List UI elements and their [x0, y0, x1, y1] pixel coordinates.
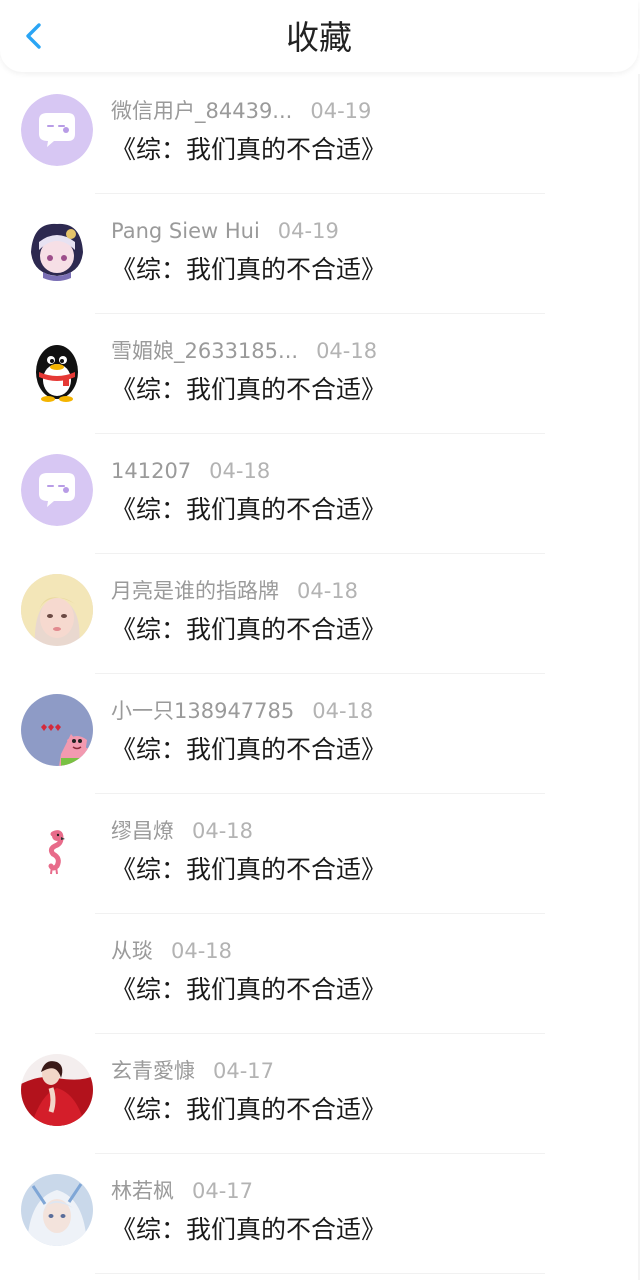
top-bar: 收藏 [0, 0, 638, 72]
username[interactable]: 月亮是谁的指路牌 [111, 579, 279, 603]
username[interactable]: 从琰 [111, 939, 153, 963]
page-title: 收藏 [286, 18, 352, 57]
list-item[interactable]: 雪媚娘_2633185... 04-18 《综：我们真的不合适》 [0, 314, 640, 434]
date: 04-18 [171, 939, 233, 963]
list-item[interactable]: 月亮是谁的指路牌 04-18 《综：我们真的不合适》 [0, 554, 640, 674]
list-item[interactable]: Pang Siew Hui 04-19 《综：我们真的不合适》 [0, 194, 640, 314]
book-title[interactable]: 《综：我们真的不合适》 [111, 252, 386, 288]
qq-penguin-avatar[interactable] [21, 334, 93, 406]
white-hair-avatar[interactable] [21, 1174, 93, 1246]
date: 04-18 [316, 339, 378, 363]
book-title[interactable]: 《综：我们真的不合适》 [111, 1212, 386, 1248]
wechat-default-avatar[interactable] [21, 454, 93, 526]
username[interactable]: 141207 [111, 459, 191, 483]
date: 04-19 [277, 219, 339, 243]
username[interactable]: 玄青愛慷 [111, 1059, 195, 1083]
book-title[interactable]: 《综：我们真的不合适》 [111, 1092, 386, 1128]
wechat-default-avatar[interactable] [21, 94, 93, 166]
item-meta: 缪昌燎 04-18 [111, 816, 253, 846]
red-dress-avatar[interactable] [21, 1054, 93, 1126]
list-item[interactable]: 缪昌燎 04-18 《综：我们真的不合适》 [0, 794, 640, 914]
list-item[interactable]: 141207 04-18 《综：我们真的不合适》 [0, 434, 640, 554]
pink-flamingo-avatar[interactable] [21, 814, 93, 886]
blank-avatar[interactable] [21, 934, 93, 1006]
list-item[interactable]: 微信用户_84439... 04-19 《综：我们真的不合适》 [0, 74, 640, 194]
list-item[interactable]: 玄青愛慷 04-17 《综：我们真的不合适》 [0, 1034, 640, 1154]
book-title[interactable]: 《综：我们真的不合适》 [111, 732, 386, 768]
item-meta: 141207 04-18 [111, 456, 270, 486]
date: 04-19 [310, 99, 372, 123]
item-meta: 雪媚娘_2633185... 04-18 [111, 336, 377, 366]
item-meta: 微信用户_84439... 04-19 [111, 96, 371, 126]
item-meta: 从琰 04-18 [111, 936, 232, 966]
date: 04-17 [192, 1179, 254, 1203]
item-meta: 玄青愛慷 04-17 [111, 1056, 274, 1086]
date: 04-18 [312, 699, 374, 723]
item-meta: 林若枫 04-17 [111, 1176, 253, 1206]
list-item[interactable]: 林若枫 04-17 《综：我们真的不合适》 [0, 1154, 640, 1274]
book-title[interactable]: 《综：我们真的不合适》 [111, 972, 386, 1008]
photo-girl-avatar[interactable] [21, 574, 93, 646]
date: 04-18 [209, 459, 271, 483]
book-title[interactable]: 《综：我们真的不合适》 [111, 492, 386, 528]
date: 04-17 [213, 1059, 275, 1083]
username[interactable]: Pang Siew Hui [111, 219, 260, 243]
favorites-list: 微信用户_84439... 04-19 《综：我们真的不合适》 Pang Siew… [0, 74, 640, 1274]
username[interactable]: 林若枫 [111, 1179, 174, 1203]
username[interactable]: 微信用户_84439... [111, 99, 292, 123]
list-item[interactable]: 小一只138947785 04-18 《综：我们真的不合适》 [0, 674, 640, 794]
book-title[interactable]: 《综：我们真的不合适》 [111, 612, 386, 648]
item-meta: Pang Siew Hui 04-19 [111, 216, 339, 246]
item-meta: 月亮是谁的指路牌 04-18 [111, 576, 358, 606]
list-item[interactable]: 从琰 04-18 《综：我们真的不合适》 [0, 914, 640, 1034]
username[interactable]: 小一只138947785 [111, 699, 294, 723]
anime-girl-avatar[interactable] [21, 214, 93, 286]
book-title[interactable]: 《综：我们真的不合适》 [111, 372, 386, 408]
book-title[interactable]: 《综：我们真的不合适》 [111, 852, 386, 888]
patrick-star-avatar[interactable] [21, 694, 93, 766]
item-meta: 小一只138947785 04-18 [111, 696, 373, 726]
username[interactable]: 雪媚娘_2633185... [111, 339, 298, 363]
username[interactable]: 缪昌燎 [111, 819, 174, 843]
date: 04-18 [297, 579, 359, 603]
date: 04-18 [192, 819, 254, 843]
book-title[interactable]: 《综：我们真的不合适》 [111, 132, 386, 168]
